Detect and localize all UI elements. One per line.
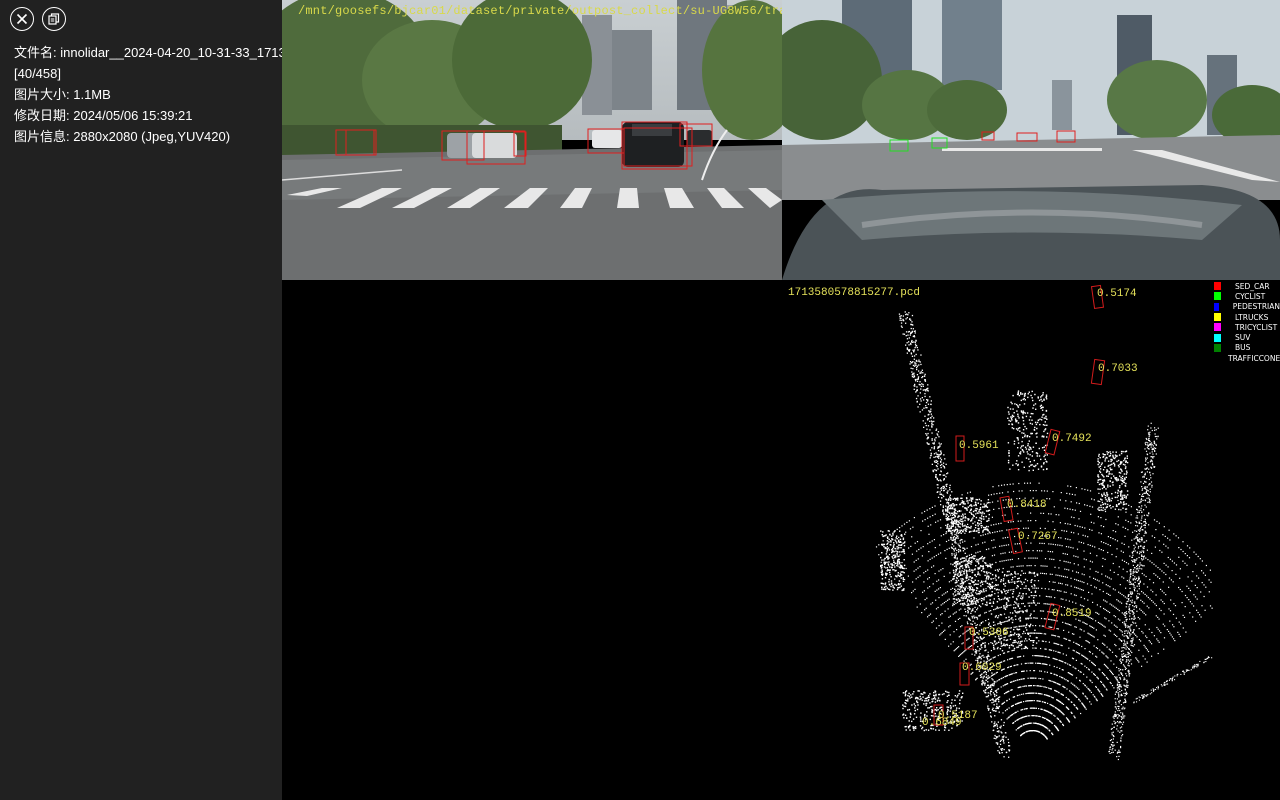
detection-score: 0.5174 [1097,288,1137,300]
legend-swatch [1214,313,1221,322]
side-camera-image [782,0,1280,280]
file-path-overlay: /mnt/goosefs/bjcar01/dataset/private/out… [298,4,782,18]
lidar-bev-view: 1713580578815277.pcd SED_CAR CYCLIST PED… [782,280,1280,800]
front-camera-image: /mnt/goosefs/bjcar01/dataset/private/out… [282,0,782,280]
legend-item: TRAFFICCONE [1228,353,1280,363]
legend-swatch [1214,282,1221,291]
legend-item: PEDESTRIAN [1214,302,1280,312]
legend-swatch [1214,302,1219,311]
copy-button[interactable] [42,7,66,31]
copy-icon [48,13,60,25]
detection-score: 0.8418 [1007,499,1047,511]
legend-item: CYCLIST [1214,291,1280,301]
legend-item: SED_CAR [1214,281,1280,291]
legend-swatch [1214,333,1221,342]
detection-score: 0.5306 [969,627,1009,639]
detection-score: 0.6029 [962,662,1002,674]
detection-score: 0.6849 [922,717,962,729]
legend-item: TRICYCLIST [1214,322,1280,332]
detection-score: 0.7492 [1052,433,1092,445]
pcd-filename: 1713580578815277.pcd [788,287,921,299]
legend-item: SUV [1214,332,1280,342]
legend-item: LTRUCKS [1214,312,1280,322]
detection-score: 0.8519 [1052,608,1092,620]
detection-score: 0.7267 [1018,531,1058,543]
legend-swatch [1214,343,1221,352]
detection-score: 0.5961 [959,440,999,452]
close-icon [16,13,28,25]
info-panel: 文件名: innolidar__2024-04-20_10-31-33_1713… [0,0,393,800]
close-button[interactable] [10,7,34,31]
image-viewer[interactable]: /mnt/goosefs/bjcar01/dataset/private/out… [282,0,1280,800]
legend-swatch [1214,323,1221,332]
detection-score: 0.7033 [1098,363,1138,375]
class-legend: SED_CAR CYCLIST PEDESTRIAN LTRUCKS TRICY… [1214,281,1280,363]
legend-item: BUS [1214,343,1280,353]
legend-swatch [1214,292,1221,301]
